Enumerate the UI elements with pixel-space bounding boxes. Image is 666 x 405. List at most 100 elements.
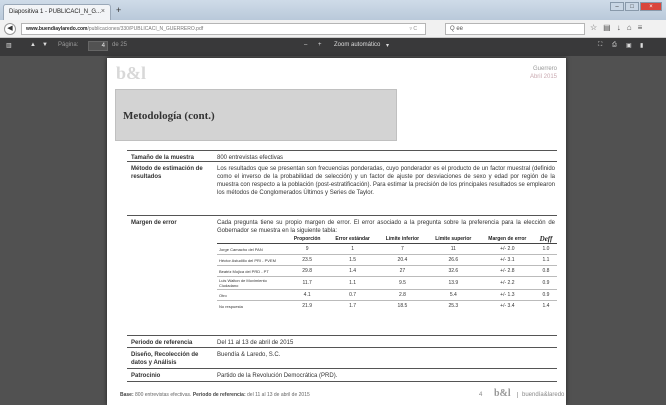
table-cell: 1.0 xyxy=(535,243,557,255)
row-label: Margen de error xyxy=(131,220,177,226)
maximize-icon[interactable]: □ xyxy=(625,2,639,11)
table-cell: +/- 2.8 xyxy=(479,265,535,277)
previous-page-icon[interactable]: ▲ xyxy=(30,42,36,48)
table-cell: Otro xyxy=(217,289,287,301)
company-logo: b&l xyxy=(116,63,147,83)
row-sponsor: Patrocinio Partido de la Revolución Demo… xyxy=(127,368,557,382)
url-path: /publicaciones/330/PUBLICACI_N_GUERRERO.… xyxy=(87,26,204,32)
table-header: Proporción xyxy=(293,236,321,242)
zoom-dropdown-icon[interactable]: ▾ xyxy=(386,42,389,49)
table-cell: 0.7 xyxy=(327,289,378,301)
row-sample-size: Tamaño de la muestra 800 entrevistas efe… xyxy=(127,150,557,161)
row-estimation-method: Método de estimación de resultados Los r… xyxy=(127,161,557,215)
row-value: Del 11 al 13 de abril de 2015 xyxy=(217,340,294,346)
page-number-input[interactable]: 4 xyxy=(88,41,108,51)
table-cell: Luis Walton de Movimiento Ciudadano xyxy=(217,276,287,290)
table-cell: Héctor Astudillo del PRI - PVEM xyxy=(217,254,287,266)
table-header: Límite inferior xyxy=(385,236,420,242)
next-page-icon[interactable]: ▼ xyxy=(42,42,48,48)
bookmark-star-icon[interactable]: ☆ xyxy=(590,23,597,32)
row-margin-of-error: Margen de error Cada pregunta tiene su p… xyxy=(127,215,557,331)
table-row: Otro 4.1 0.7 2.8 5.4 +/- 1.3 0.9 xyxy=(217,289,557,301)
row-label: Diseño, Recolección de datos y Análisis xyxy=(131,352,199,366)
bookmark-icon[interactable]: ▮ xyxy=(640,42,643,49)
table-cell: 1.4 xyxy=(327,265,378,277)
row-value: Los resultados que se presentan son frec… xyxy=(217,166,555,196)
pdf-toolbar: ▥ ▲ ▼ Página: 4 de 25 – + Zoom automátic… xyxy=(0,38,666,56)
zoom-out-button[interactable]: – xyxy=(304,42,307,48)
save-icon[interactable]: ▣ xyxy=(626,42,632,49)
table-cell: 21.9 xyxy=(287,300,328,312)
navigation-bar: ◀ www.buendiaylaredo.com/publicaciones/3… xyxy=(0,20,666,38)
footer-logo: b&l xyxy=(494,388,511,399)
row-label: Patrocinio xyxy=(131,373,161,379)
minimize-icon[interactable]: – xyxy=(610,2,624,11)
table-cell: 1.5 xyxy=(327,254,378,266)
table-cell: 0.8 xyxy=(535,265,557,277)
library-icon[interactable]: ▤ xyxy=(603,23,611,32)
tab-close-icon[interactable]: × xyxy=(101,8,105,15)
table-row: Jorge Camacho del PAN 9 1 7 11 +/- 2.0 1… xyxy=(217,243,557,255)
footer-period-label: Periodo de referencia: xyxy=(192,392,246,398)
window-controls: – □ × xyxy=(610,2,662,11)
table-cell: 2.8 xyxy=(377,289,427,301)
row-value: Partido de la Revolución Democrática (PR… xyxy=(217,373,338,379)
presentation-mode-icon[interactable]: ⛶ xyxy=(598,42,602,49)
table-cell: 18.5 xyxy=(377,300,427,312)
page-number: 4 xyxy=(479,392,483,398)
table-cell: 1.1 xyxy=(327,276,378,290)
table-cell: +/- 2.2 xyxy=(479,276,535,290)
table-cell: 4.1 xyxy=(287,289,328,301)
table-cell: 1.4 xyxy=(535,300,557,312)
close-window-icon[interactable]: × xyxy=(640,2,662,11)
table-cell: 25.3 xyxy=(426,300,480,312)
page-total: de 25 xyxy=(112,42,128,48)
table-cell: 9.5 xyxy=(377,276,427,290)
footer-base-text: 800 entrevistas efectivas. xyxy=(135,392,192,398)
page-footer: Base: 800 entrevistas efectivas. Periodo… xyxy=(120,392,310,398)
browser-tab[interactable]: Diapositiva 1 - PUBLICACI_N_G... × xyxy=(3,4,111,20)
row-design: Diseño, Recolección de datos y Análisis … xyxy=(127,347,557,368)
pdf-page: b&l Guerrero Abril 2015 Metodología (con… xyxy=(107,58,566,405)
error-table: Proporción Error estándar Límite inferio… xyxy=(217,235,557,312)
zoom-select[interactable]: Zoom automático xyxy=(334,42,380,48)
table-cell: 0.9 xyxy=(535,289,557,301)
table-header xyxy=(217,235,287,244)
back-arrow-icon[interactable]: ◀ xyxy=(4,23,16,35)
table-cell: +/- 3.1 xyxy=(479,254,535,266)
reload-icon[interactable]: ▿ C xyxy=(409,26,417,32)
row-value: Cada pregunta tiene su propio margen de … xyxy=(217,220,555,234)
row-label: Método de estimación de resultados xyxy=(131,166,203,180)
table-cell: 26.6 xyxy=(426,254,480,266)
menu-icon[interactable]: ≡ xyxy=(638,23,643,32)
header-info: Guerrero Abril 2015 xyxy=(530,65,557,81)
download-icon[interactable]: ↓ xyxy=(617,23,621,32)
table-row: No respuesta 21.9 1.7 18.5 25.3 +/- 3.4 … xyxy=(217,300,557,312)
footer-company-name: buendía&laredo xyxy=(517,392,564,398)
url-bar[interactable]: www.buendiaylaredo.com/publicaciones/330… xyxy=(21,23,426,35)
table-cell: 11.7 xyxy=(287,276,328,290)
table-cell: +/- 3.4 xyxy=(479,300,535,312)
table-cell: 1 xyxy=(327,243,378,255)
table-row: Héctor Astudillo del PRI - PVEM 23.5 1.5… xyxy=(217,254,557,266)
header-state: Guerrero xyxy=(532,66,557,72)
url-host: www.buendiaylaredo.com xyxy=(26,26,88,32)
print-icon[interactable]: ⎙ xyxy=(612,42,617,49)
table-header: Deff xyxy=(539,235,553,243)
page-label: Página: xyxy=(58,42,79,48)
search-input[interactable]: Q ee xyxy=(445,23,585,35)
row-reference-period: Periodo de referencia Del 11 al 13 de ab… xyxy=(127,335,557,347)
new-tab-icon[interactable]: + xyxy=(116,5,121,15)
table-cell: 32.6 xyxy=(426,265,480,277)
home-icon[interactable]: ⌂ xyxy=(627,23,632,32)
table-cell: Beatriz Mojica del PRD - PT xyxy=(217,265,287,277)
table-cell: 1.1 xyxy=(535,254,557,266)
table-cell: +/- 1.3 xyxy=(479,289,535,301)
header-date: Abril 2015 xyxy=(529,74,557,80)
table-cell: 29.8 xyxy=(287,265,328,277)
table-cell: +/- 2.0 xyxy=(479,243,535,255)
table-cell: No respuesta xyxy=(217,300,287,312)
table-header: Error estándar xyxy=(335,236,370,242)
sidebar-toggle-icon[interactable]: ▥ xyxy=(6,42,12,49)
zoom-in-button[interactable]: + xyxy=(318,42,322,48)
